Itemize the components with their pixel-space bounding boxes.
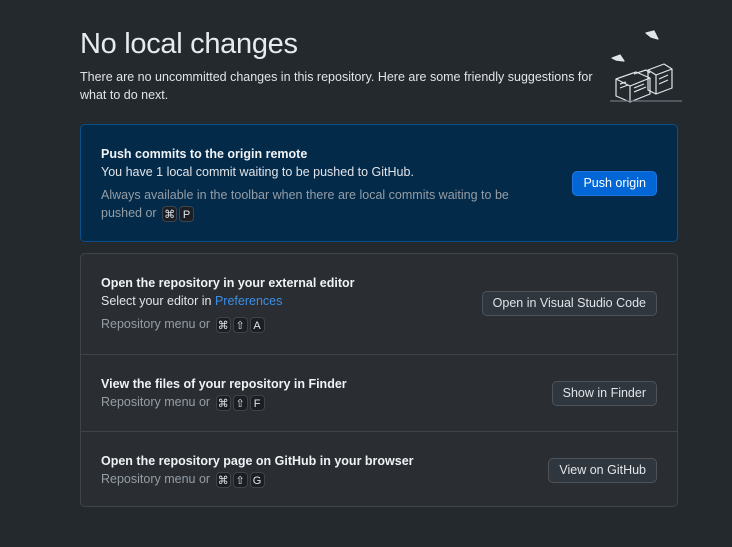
editor-hint: Repository menu or ⌘ ⇧ A [101, 315, 265, 333]
push-description: You have 1 local commit waiting to be pu… [101, 165, 414, 179]
shift-key: ⇧ [232, 316, 248, 333]
open-editor-section: Open the repository in your external edi… [81, 254, 677, 354]
show-in-finder-button[interactable]: Show in Finder [551, 381, 657, 406]
github-hint-text: Repository menu or [101, 472, 211, 486]
push-title: Push commits to the origin remote [101, 147, 308, 161]
shift-key: ⇧ [232, 394, 248, 411]
editor-hint-text: Repository menu or [101, 317, 211, 331]
page-title: No local changes [80, 28, 298, 60]
push-hint: Always available in the toolbar when the… [101, 186, 541, 222]
shift-key: ⇧ [232, 471, 248, 488]
p-key: P [179, 205, 195, 222]
a-key: A [249, 316, 265, 333]
editor-description-text: Select your editor in [101, 294, 212, 308]
view-on-github-button[interactable]: View on GitHub [548, 458, 657, 483]
command-key: ⌘ [162, 205, 178, 222]
finder-title: View the files of your repository in Fin… [101, 377, 347, 391]
open-in-vscode-button[interactable]: Open in Visual Studio Code [481, 291, 657, 316]
push-origin-card: Push commits to the origin remote You ha… [80, 124, 678, 242]
editor-description: Select your editor in Preferences [101, 294, 282, 308]
view-on-github-section: Open the repository page on GitHub in yo… [81, 431, 677, 508]
preferences-link[interactable]: Preferences [215, 294, 282, 308]
empty-boxes-illustration-icon [610, 30, 682, 103]
finder-hint: Repository menu or ⌘ ⇧ F [101, 393, 265, 411]
github-hint: Repository menu or ⌘ ⇧ G [101, 470, 265, 488]
editor-title: Open the repository in your external edi… [101, 276, 355, 290]
github-title: Open the repository page on GitHub in yo… [101, 454, 414, 468]
f-key: F [249, 394, 265, 411]
g-key: G [249, 471, 265, 488]
command-key: ⌘ [215, 471, 231, 488]
page-subtitle: There are no uncommitted changes in this… [80, 70, 593, 102]
command-key: ⌘ [215, 394, 231, 411]
push-origin-button[interactable]: Push origin [572, 171, 657, 196]
show-in-finder-section: View the files of your repository in Fin… [81, 354, 677, 431]
command-key: ⌘ [215, 316, 231, 333]
suggestions-card: Open the repository in your external edi… [80, 253, 678, 507]
no-changes-view: No local changes There are no uncommitte… [0, 0, 732, 547]
finder-hint-text: Repository menu or [101, 395, 211, 409]
